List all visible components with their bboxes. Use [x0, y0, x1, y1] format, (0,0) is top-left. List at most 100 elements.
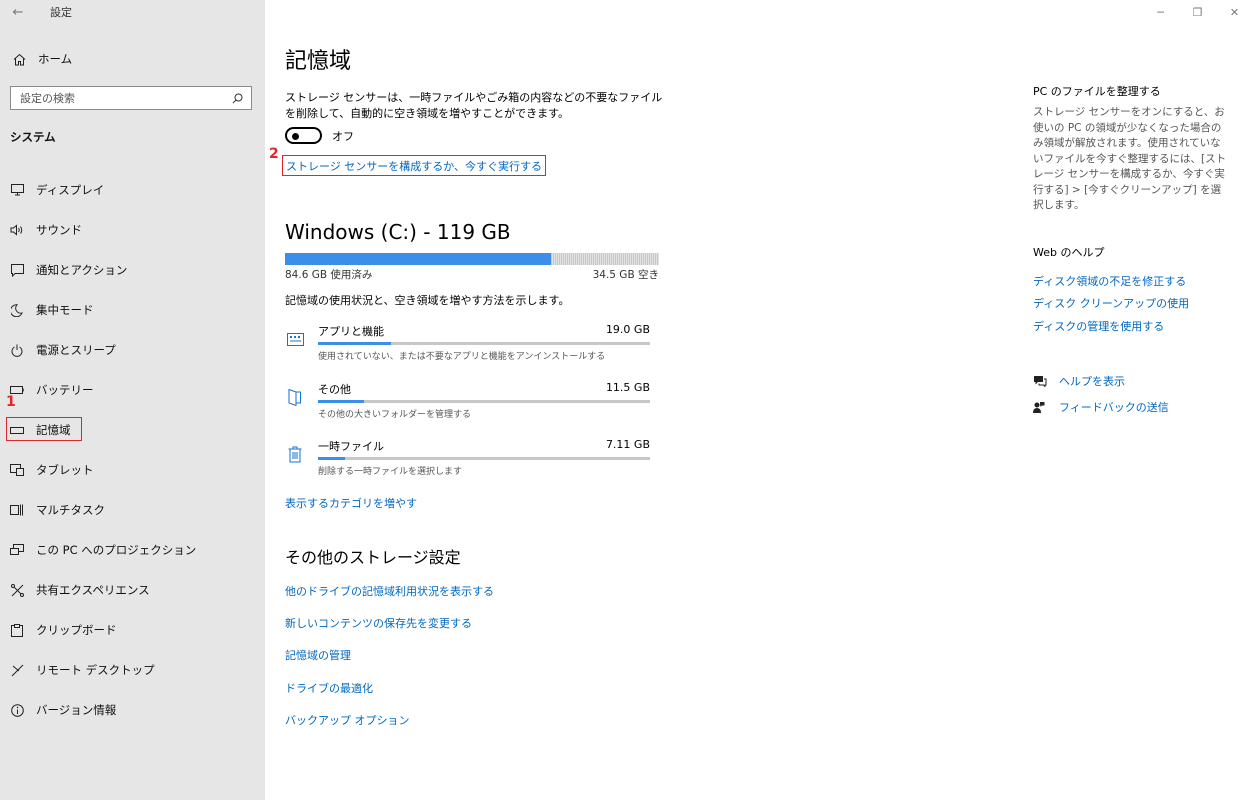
sidebar-item-tablet[interactable]: タブレット: [0, 450, 265, 490]
sidebar-item-remote[interactable]: リモート デスクトップ: [0, 650, 265, 690]
category-name: その他: [318, 383, 351, 396]
category-name: 一時ファイル: [318, 440, 384, 453]
category-bar: [318, 457, 650, 460]
back-arrow-icon[interactable]: ←: [0, 0, 36, 24]
change-save-location-link[interactable]: 新しいコンテンツの保存先を変更する: [285, 615, 472, 631]
category-other[interactable]: その他 11.5 GB その他の大きいフォルダーを管理する: [285, 381, 650, 421]
sidebar-item-label: バージョン情報: [36, 703, 117, 717]
send-feedback-link[interactable]: フィードバックの送信: [1033, 399, 1169, 415]
sidebar-item-label: この PC へのプロジェクション: [36, 543, 197, 557]
clipboard-icon: [0, 623, 36, 637]
sidebar-item-label: ホーム: [38, 52, 73, 66]
storage-sense-toggle-row: オフ: [285, 127, 354, 144]
page-title: 記憶域: [285, 49, 352, 74]
sidebar: ← 設定 ホーム 設定の検索 システム 1 ディスプレイ サウンド 通知とアクシ…: [0, 0, 265, 800]
search-input[interactable]: 設定の検索: [10, 86, 252, 110]
moon-icon: [0, 303, 36, 317]
sidebar-item-sound[interactable]: サウンド: [0, 210, 265, 250]
disk-cleanup-link[interactable]: ディスク クリーンアップの使用: [1033, 295, 1189, 311]
share-icon: [0, 583, 36, 597]
sidebar-item-focus[interactable]: 集中モード: [0, 290, 265, 330]
drive-usage-fill: [285, 253, 551, 265]
storage-sense-description: ストレージ センサーは、一時ファイルやごみ箱の内容などの不要なファイルを削除して…: [285, 91, 663, 120]
annotation-step-2: 2: [269, 146, 279, 162]
sidebar-item-multitask[interactable]: マルチタスク: [0, 490, 265, 530]
category-fill: [318, 342, 392, 345]
titlebar: ← 設定: [0, 0, 265, 24]
more-categories-link[interactable]: 表示するカテゴリを増やす: [285, 495, 417, 511]
category-size: 19.0 GB: [605, 323, 650, 336]
category-name: アプリと機能: [318, 325, 384, 338]
power-icon: [0, 344, 36, 357]
category-subtext: その他の大きいフォルダーを管理する: [318, 410, 472, 420]
sidebar-item-shared[interactable]: 共有エクスペリエンス: [0, 570, 265, 610]
other-drives-usage-link[interactable]: 他のドライブの記憶域利用状況を表示する: [285, 583, 494, 599]
fix-low-disk-link[interactable]: ディスク領域の不足を修正する: [1033, 273, 1186, 289]
sidebar-item-display[interactable]: ディスプレイ: [0, 170, 265, 210]
drive-title: Windows (C:) - 119 GB: [285, 220, 511, 244]
folder-icon: [285, 385, 305, 409]
get-help-label: ヘルプを表示: [1059, 375, 1125, 388]
sidebar-nav: ディスプレイ サウンド 通知とアクション 集中モード 電源とスリープ バッテリー…: [0, 170, 265, 730]
app-title: 設定: [50, 6, 72, 19]
tidy-files-title: PC のファイルを整理する: [1033, 85, 1161, 98]
category-fill: [318, 400, 365, 403]
sidebar-item-storage[interactable]: 記憶域: [0, 410, 265, 450]
apps-icon: [285, 327, 305, 351]
categories-description: 記憶域の使用状況と、空き領域を増やす方法を示します。: [285, 294, 570, 307]
sidebar-item-label: タブレット: [36, 463, 94, 477]
sidebar-item-label: クリップボード: [36, 623, 117, 637]
display-icon: [0, 184, 36, 196]
sidebar-item-label: 集中モード: [36, 303, 94, 317]
get-help-link[interactable]: ヘルプを表示: [1033, 373, 1125, 389]
tablet-icon: [0, 464, 36, 476]
sidebar-item-label: マルチタスク: [36, 503, 105, 517]
section-label: システム: [10, 130, 56, 144]
sidebar-item-label: 共有エクスペリエンス: [36, 583, 150, 597]
category-fill: [318, 457, 345, 460]
sidebar-item-label: 通知とアクション: [36, 263, 128, 277]
sidebar-item-battery[interactable]: バッテリー: [0, 370, 265, 410]
sidebar-item-notifications[interactable]: 通知とアクション: [0, 250, 265, 290]
home-icon: [0, 53, 38, 66]
category-bar: [318, 400, 650, 403]
sidebar-item-clipboard[interactable]: クリップボード: [0, 610, 265, 650]
sidebar-item-label: 電源とスリープ: [36, 343, 116, 357]
sidebar-item-label: ディスプレイ: [36, 183, 105, 197]
feedback-icon: [1033, 401, 1059, 414]
sidebar-item-home[interactable]: ホーム: [0, 46, 265, 72]
backup-options-link[interactable]: バックアップ オプション: [285, 712, 410, 728]
other-storage-settings-title: その他のストレージ設定: [285, 548, 461, 567]
projection-icon: [0, 544, 36, 556]
sidebar-item-label: サウンド: [36, 223, 82, 237]
optimize-drives-link[interactable]: ドライブの最適化: [285, 680, 373, 696]
sidebar-item-about[interactable]: バージョン情報: [0, 690, 265, 730]
category-size: 7.11 GB: [605, 438, 650, 451]
right-panel: PC のファイルを整理する ストレージ センサーをオンにすると、お使いの PC …: [1033, 0, 1233, 800]
remote-icon: [0, 664, 36, 677]
main-content: 記憶域 ストレージ センサーは、一時ファイルやごみ箱の内容などの不要なファイルを…: [269, 0, 985, 800]
sidebar-item-projection[interactable]: この PC へのプロジェクション: [0, 530, 265, 570]
search-placeholder: 設定の検索: [20, 92, 75, 105]
category-subtext: 使用されていない、または不要なアプリと機能をアンインストールする: [318, 352, 606, 362]
sidebar-item-label: リモート デスクトップ: [36, 663, 155, 677]
multitask-icon: [0, 504, 36, 516]
manage-storage-spaces-link[interactable]: 記憶域の管理: [285, 647, 351, 663]
toggle-state-label: オフ: [332, 129, 354, 143]
web-help-title: Web のヘルプ: [1033, 246, 1105, 259]
trash-icon: [285, 442, 305, 466]
disk-management-link[interactable]: ディスクの管理を使用する: [1033, 318, 1164, 334]
highlight-box: [6, 417, 82, 441]
sidebar-item-power[interactable]: 電源とスリープ: [0, 330, 265, 370]
toggle-knob: [292, 132, 299, 140]
battery-icon: [0, 386, 36, 394]
notification-icon: [0, 263, 36, 277]
category-temp-files[interactable]: 一時ファイル 7.11 GB 削除する一時ファイルを選択します: [285, 438, 650, 478]
speaker-icon: [0, 224, 36, 236]
category-apps[interactable]: アプリと機能 19.0 GB 使用されていない、または不要なアプリと機能をアンイ…: [285, 323, 650, 363]
category-size: 11.5 GB: [605, 381, 650, 394]
storage-sense-toggle[interactable]: [285, 127, 322, 144]
configure-storage-sense-link[interactable]: ストレージ センサーを構成するか、今すぐ実行する: [282, 155, 547, 176]
search-icon[interactable]: [232, 89, 243, 108]
sidebar-item-label: バッテリー: [36, 383, 94, 397]
